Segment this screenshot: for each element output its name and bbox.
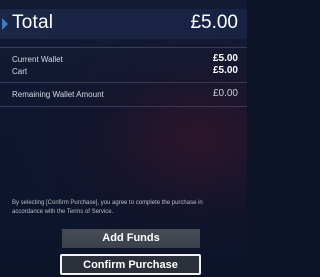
confirm-purchase-button[interactable]: Confirm Purchase — [60, 254, 201, 275]
cart-value: £5.00 — [212, 65, 238, 76]
current-wallet-label: Current Wallet — [12, 55, 63, 64]
terms-disclaimer: By selecting [Confirm Purchase], you agr… — [12, 200, 203, 215]
remaining-wallet-label: Remaining Wallet Amount — [12, 90, 104, 99]
cart-label: Cart — [12, 67, 28, 76]
total-amount: £5.00 — [190, 12, 238, 33]
divider — [0, 82, 247, 83]
divider — [0, 47, 247, 48]
purchase-summary-screen: Total £5.00 Current Wallet £5.00 Cart £5… — [0, 0, 247, 277]
selection-arrow-icon — [2, 18, 8, 30]
divider — [0, 106, 247, 107]
add-funds-button[interactable]: Add Funds — [62, 229, 200, 248]
total-label: Total — [12, 12, 54, 33]
remaining-wallet-value: £0.00 — [212, 88, 238, 99]
current-wallet-value: £5.00 — [212, 53, 238, 64]
